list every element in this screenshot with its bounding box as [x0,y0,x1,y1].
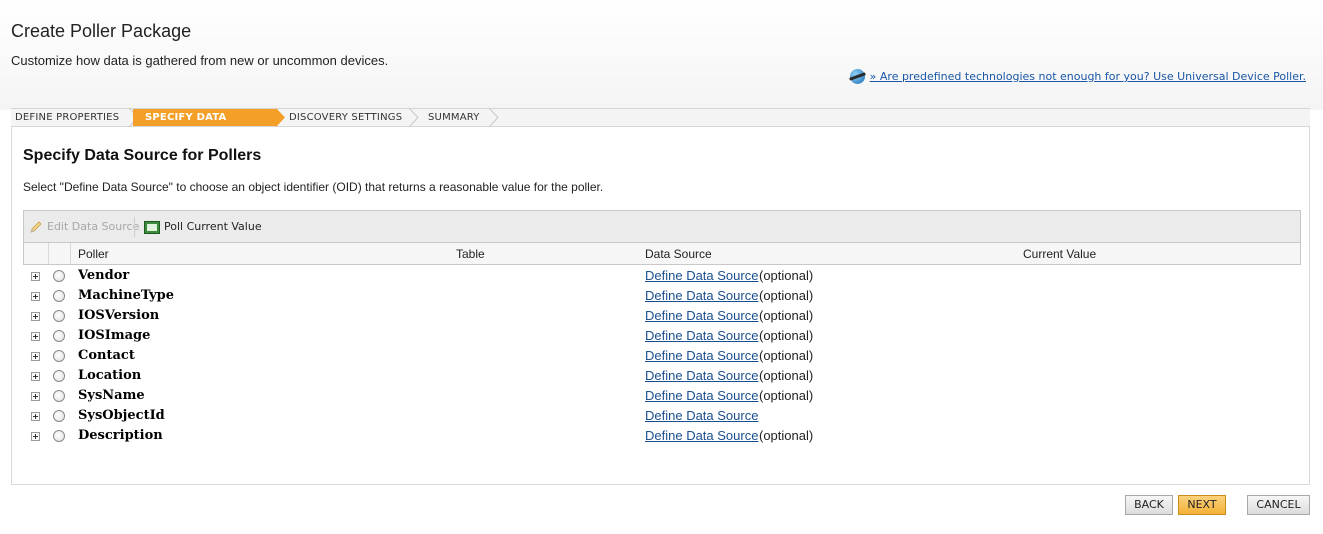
step-label: DISCOVERY SETTINGS [289,112,403,123]
content-panel: Specify Data Source for Pollers Select "… [11,127,1310,485]
step-discovery-settings: DISCOVERY SETTINGS [285,109,409,126]
grid-body: Vendor Define Data Source (optional) Machin… [23,265,1301,446]
expand-icon[interactable] [31,332,40,341]
page-subtitle: Customize how data is gathered from new … [11,53,389,68]
poller-name: IOSImage [78,328,151,343]
step-separator-icon [408,108,419,127]
define-data-source-link[interactable]: Define Data Source [645,308,758,323]
step-summary: SUMMARY [424,109,494,126]
optional-label: (optional) [759,308,814,323]
cancel-button[interactable]: CANCEL [1247,495,1310,515]
poller-name: MachineType [78,288,175,303]
table-row[interactable]: IOSImage Define Data Source (optional) [23,326,1301,346]
wizard-steps: DEFINE PROPERTIES SPECIFY DATA SOURCE DI… [11,108,1310,140]
expand-icon[interactable] [31,412,40,421]
expand-icon[interactable] [31,292,40,301]
expand-icon[interactable] [31,372,40,381]
column-header-table[interactable]: Table [456,247,485,261]
page-title: Create Poller Package [11,21,192,41]
optional-label: (optional) [759,368,814,383]
step-label: DEFINE PROPERTIES [15,112,120,123]
expand-icon[interactable] [31,272,40,281]
step-active-start-icon [128,108,142,127]
expand-icon[interactable] [31,392,40,401]
expand-icon[interactable] [31,312,40,321]
table-row[interactable]: SysObjectId Define Data Source [23,406,1301,426]
next-button[interactable]: NEXT [1178,495,1226,515]
row-radio[interactable] [53,310,65,322]
back-button[interactable]: BACK [1125,495,1173,515]
header-separator [48,243,49,264]
table-row[interactable]: Description Define Data Source (optional) [23,426,1301,446]
poller-name: Description [78,428,163,443]
define-data-source-link[interactable]: Define Data Source [645,428,758,443]
pencil-icon [30,221,42,233]
row-radio[interactable] [53,390,65,402]
poller-name: Location [78,368,142,383]
table-row[interactable]: Contact Define Data Source (optional) [23,346,1301,366]
define-data-source-link[interactable]: Define Data Source [645,268,758,283]
optional-label: (optional) [759,268,814,283]
table-row[interactable]: MachineType Define Data Source (optional) [23,286,1301,306]
optional-label: (optional) [759,428,814,443]
universal-device-poller-link[interactable]: » Are predefined technologies not enough… [849,69,1306,84]
grid-header: Poller Table Data Source Current Value [23,242,1301,265]
poller-grid: Poller Table Data Source Current Value V… [23,242,1301,446]
poller-name: SysObjectId [78,408,165,423]
table-row[interactable]: Vendor Define Data Source (optional) [23,266,1301,286]
row-radio[interactable] [53,350,65,362]
define-data-source-link[interactable]: Define Data Source [645,348,758,363]
define-data-source-link[interactable]: Define Data Source [645,388,758,403]
column-header-poller[interactable]: Poller [78,247,109,261]
expand-icon[interactable] [31,352,40,361]
row-radio[interactable] [53,370,65,382]
poll-current-value-button[interactable]: Poll Current Value [144,218,262,236]
row-radio[interactable] [53,330,65,342]
step-label: SUMMARY [428,112,480,123]
column-header-data-source[interactable]: Data Source [645,247,712,261]
step-specify-data-source: SPECIFY DATA SOURCE [133,109,276,140]
row-radio[interactable] [53,270,65,282]
poller-name: Vendor [78,268,130,283]
section-description: Select "Define Data Source" to choose an… [23,180,604,194]
edit-data-source-button[interactable]: Edit Data Source [29,218,139,236]
optional-label: (optional) [759,328,814,343]
grid-toolbar: Edit Data Source Poll Current Value [23,210,1301,242]
page-header: Create Poller Package Customize how data… [0,0,1323,110]
table-row[interactable]: Location Define Data Source (optional) [23,366,1301,386]
optional-label: (optional) [759,388,814,403]
define-data-source-link[interactable]: Define Data Source [645,328,758,343]
poll-current-value-label: Poll Current Value [164,220,262,233]
row-radio[interactable] [53,430,65,442]
poller-name: IOSVersion [78,308,160,323]
row-radio[interactable] [53,290,65,302]
toolbar-divider [134,217,135,237]
optional-label: (optional) [759,288,814,303]
define-data-source-link[interactable]: Define Data Source [645,408,758,423]
step-define-properties: DEFINE PROPERTIES [11,109,131,126]
optional-label: (optional) [759,348,814,363]
define-data-source-link[interactable]: Define Data Source [645,368,758,383]
expand-icon[interactable] [31,432,40,441]
universal-device-poller-link-text[interactable]: » Are predefined technologies not enough… [870,70,1306,83]
step-separator-icon [488,108,499,127]
poll-monitor-icon [144,220,160,234]
row-radio[interactable] [53,410,65,422]
define-data-source-link[interactable]: Define Data Source [645,288,758,303]
table-row[interactable]: IOSVersion Define Data Source (optional) [23,306,1301,326]
header-separator [70,243,71,264]
poller-name: SysName [78,388,145,403]
poller-name: Contact [78,348,135,363]
universal-device-poller-icon [849,69,865,84]
table-row[interactable]: SysName Define Data Source (optional) [23,386,1301,406]
edit-data-source-label: Edit Data Source [47,220,140,233]
section-title: Specify Data Source for Pollers [23,147,262,164]
column-header-current-value[interactable]: Current Value [1023,247,1096,261]
